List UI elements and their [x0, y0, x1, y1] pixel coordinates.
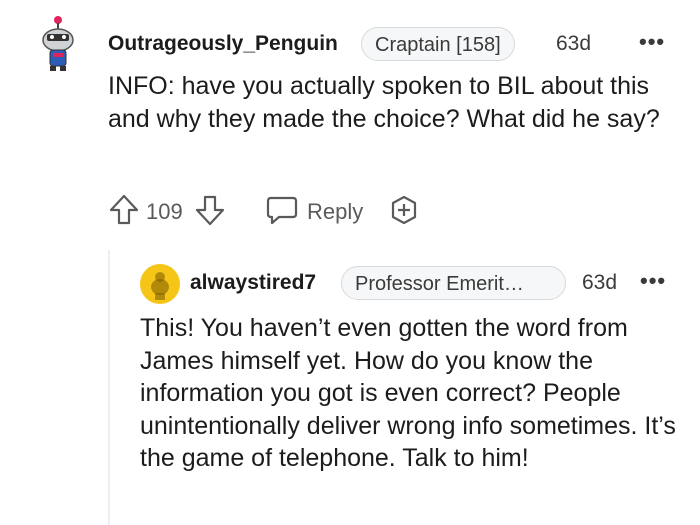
avatar[interactable]: [34, 14, 84, 74]
reply-label: Reply: [307, 199, 364, 224]
downvote-button[interactable]: [194, 193, 226, 227]
vote-count: 109: [146, 199, 183, 224]
more-options-button[interactable]: •••: [640, 268, 666, 294]
username[interactable]: Outrageously_Penguin: [108, 32, 338, 56]
award-plus-icon: [391, 195, 417, 225]
user-flair: Professor Emerit…: [341, 266, 566, 300]
award-button[interactable]: [388, 194, 420, 226]
reply-button[interactable]: Reply: [266, 193, 376, 227]
speech-bubble-icon: [266, 196, 298, 225]
arrow-up-icon: [109, 194, 139, 225]
upvote-button[interactable]: [108, 193, 140, 227]
user-flair: Craptain [158]: [361, 27, 515, 61]
comment-body: INFO: have you actually spoken to BIL ab…: [108, 72, 660, 133]
avatar[interactable]: [140, 264, 180, 304]
thread-line[interactable]: [108, 250, 110, 525]
comment-age[interactable]: 63d: [556, 32, 591, 56]
arrow-down-icon: [195, 195, 225, 226]
username[interactable]: alwaystired7: [190, 271, 316, 295]
comment-age[interactable]: 63d: [582, 271, 617, 295]
more-options-button[interactable]: •••: [639, 29, 665, 55]
comment-body: This! You haven’t even gotten the word f…: [140, 314, 676, 472]
